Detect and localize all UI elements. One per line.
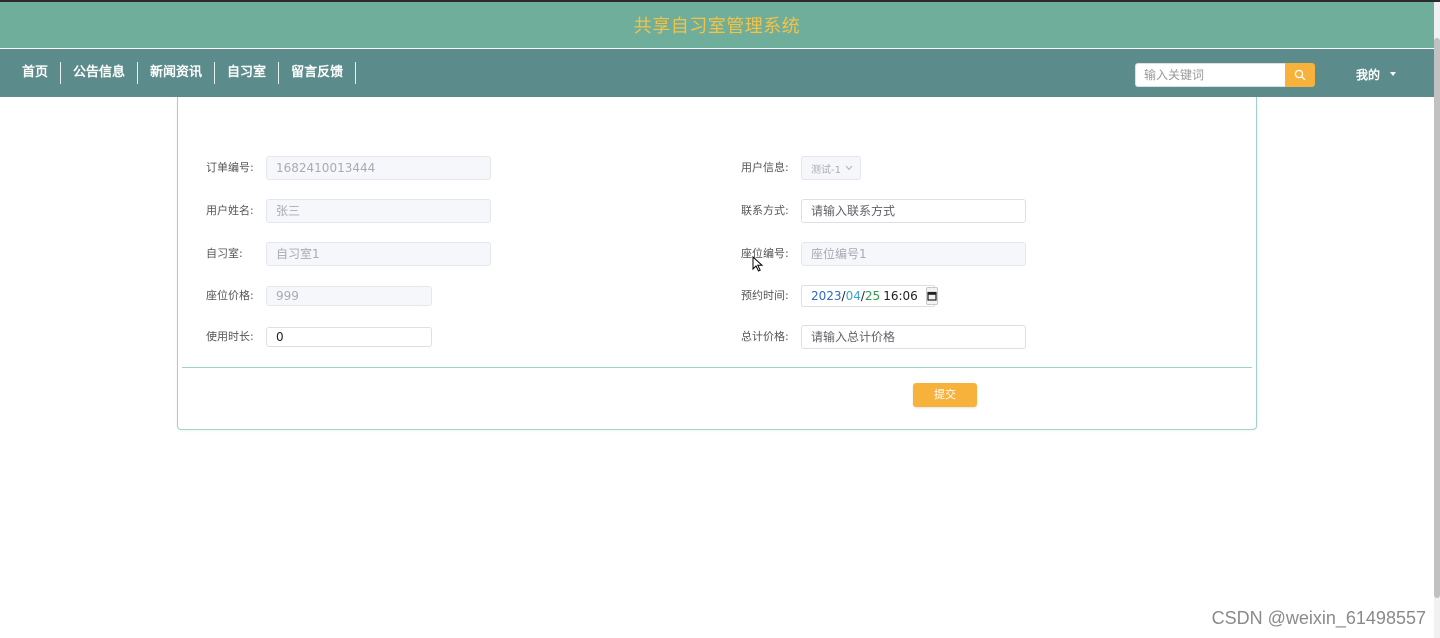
order-form: 订单编号: 1682410013444 用户信息: 测试-1 用户姓名: 张三 … — [177, 97, 1257, 430]
nav-item-study-room[interactable]: 自习室 — [215, 62, 280, 84]
seat-no-label: 座位编号: — [741, 247, 789, 260]
user-info-value: 测试-1 — [811, 164, 841, 176]
contact-label: 联系方式: — [741, 204, 789, 217]
total-price-input[interactable]: 请输入总计价格 — [801, 325, 1026, 349]
nav-item-announcements[interactable]: 公告信息 — [61, 62, 139, 84]
form-divider — [182, 367, 1252, 368]
study-room-field[interactable]: 自习室1 — [266, 242, 491, 266]
page-scrollbar[interactable] — [1434, 2, 1440, 638]
nav-item-news[interactable]: 新闻资讯 — [138, 62, 216, 84]
submit-button[interactable]: 提交 — [913, 383, 977, 407]
nav-item-home[interactable]: 首页 — [10, 62, 62, 84]
reserve-time-input[interactable]: 2023/04/25 16:06 — [801, 285, 938, 307]
order-no-field[interactable]: 1682410013444 — [266, 156, 491, 180]
duration-input[interactable]: 0 — [266, 327, 432, 347]
reserve-clock: 16:06 — [883, 289, 918, 303]
site-title: 共享自习室管理系统 — [633, 16, 801, 37]
search-input[interactable] — [1135, 63, 1285, 87]
reserve-day: 25 — [864, 289, 881, 303]
total-price-label: 总计价格: — [741, 330, 789, 343]
contact-input[interactable]: 请输入联系方式 — [801, 199, 1026, 223]
watermark: CSDN @weixin_61498557 — [1211, 608, 1426, 628]
reserve-year: 2023 — [811, 289, 842, 303]
nav-item-feedback[interactable]: 留言反馈 — [279, 62, 357, 84]
reserve-time-label: 预约时间: — [741, 289, 789, 302]
user-info-label: 用户信息: — [741, 161, 789, 174]
user-menu-label: 我的 — [1356, 67, 1381, 82]
seat-no-field[interactable]: 座位编号1 — [801, 242, 1026, 266]
seat-price-field[interactable]: 999 — [266, 286, 432, 306]
search-bar — [1135, 63, 1315, 87]
user-info-select[interactable]: 测试-1 — [801, 156, 861, 180]
caret-down-icon — [1390, 72, 1397, 76]
study-room-label: 自习室: — [206, 247, 243, 260]
calendar-icon[interactable] — [925, 287, 938, 305]
scrollbar-thumb[interactable] — [1434, 38, 1440, 598]
search-icon — [1294, 69, 1306, 81]
seat-price-label: 座位价格: — [206, 289, 254, 302]
nav-bar: 首页 公告信息 新闻资讯 自习室 留言反馈 我的 — [0, 49, 1434, 97]
order-no-label: 订单编号: — [206, 161, 254, 174]
search-button[interactable] — [1285, 63, 1315, 87]
user-menu[interactable]: 我的 — [1356, 63, 1397, 85]
user-name-field[interactable]: 张三 — [266, 199, 491, 223]
user-name-label: 用户姓名: — [206, 204, 254, 217]
reserve-month: 04 — [845, 289, 861, 303]
duration-label: 使用时长: — [206, 330, 254, 343]
title-bar: 共享自习室管理系统 — [0, 2, 1434, 48]
nav-menu: 首页 公告信息 新闻资讯 自习室 留言反馈 — [10, 49, 357, 97]
mouse-cursor-icon — [752, 256, 764, 272]
chevron-down-icon — [845, 165, 853, 171]
